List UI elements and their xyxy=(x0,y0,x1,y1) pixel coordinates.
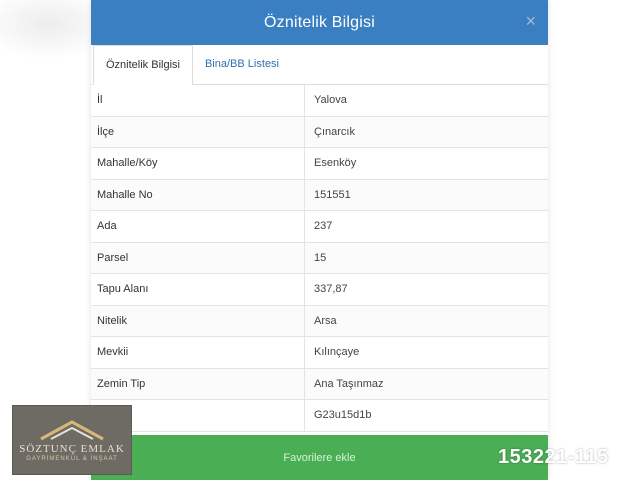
row-value: Ana Taşınmaz xyxy=(314,377,384,390)
table-row: Mevkii Kılınçaye xyxy=(91,337,548,369)
row-value: 15 xyxy=(314,251,327,264)
roof-icon xyxy=(40,419,104,440)
table-row: Zemin Tip Ana Taşınmaz xyxy=(91,368,548,400)
table-row: Nitelik Arsa xyxy=(91,305,548,337)
add-to-favorites-label: Favorilere ekle xyxy=(283,451,356,464)
row-key: Tapu Alanı xyxy=(91,274,305,305)
row-value: Kılınçaye xyxy=(314,346,360,358)
logo-name: SÖZTUNÇ EMLAK xyxy=(19,442,125,455)
row-key: İlçe xyxy=(91,116,305,147)
attribute-info-dialog: Öznitelik Bilgisi × Öznitelik Bilgisi Bi… xyxy=(91,0,548,480)
row-key: Ada xyxy=(91,211,305,242)
table-row: Ada 237 xyxy=(91,211,548,243)
add-to-favorites-button[interactable]: Favorilere ekle xyxy=(91,435,548,480)
row-value: Yalova xyxy=(314,94,347,106)
close-icon[interactable]: × xyxy=(525,12,536,30)
table-row: Tapu Alanı 337,87 xyxy=(91,274,548,306)
screenshot-stage: Öznitelik Bilgisi × Öznitelik Bilgisi Bi… xyxy=(0,0,640,480)
row-value: 151551 xyxy=(314,188,351,201)
table-row: İl Yalova xyxy=(91,85,548,117)
table-row: Parsel 15 xyxy=(91,242,548,274)
tab-bar: Öznitelik Bilgisi Bina/BB Listesi xyxy=(91,45,548,85)
row-value: Çınarcık xyxy=(314,125,355,138)
row-key: Mevkii xyxy=(91,337,305,368)
dialog-title: Öznitelik Bilgisi xyxy=(264,13,375,31)
row-value: Arsa xyxy=(314,314,337,327)
agency-logo: SÖZTUNÇ EMLAK GAYRİMENKUL & İNŞAAT xyxy=(12,405,132,475)
row-key: Nitelik xyxy=(91,305,305,336)
row-key: Zemin Tip xyxy=(91,368,305,399)
tab-attribute-info[interactable]: Öznitelik Bilgisi xyxy=(93,45,193,85)
row-value: Esenköy xyxy=(314,157,357,169)
table-row: G23u15d1b xyxy=(91,400,548,432)
row-key: İl xyxy=(91,85,305,116)
row-value: 337,87 xyxy=(314,283,348,295)
row-value: 237 xyxy=(314,220,333,232)
table-row: İlçe Çınarcık xyxy=(91,116,548,148)
row-key: Parsel xyxy=(91,242,305,273)
row-key: Mahalle/Köy xyxy=(91,148,305,179)
tab-building-list[interactable]: Bina/BB Listesi xyxy=(193,45,291,84)
dialog-header: Öznitelik Bilgisi × xyxy=(91,0,548,45)
listing-id-watermark: 153221-115 xyxy=(498,446,609,468)
table-row: Mahalle No 151551 xyxy=(91,179,548,211)
logo-subtitle: GAYRİMENKUL & İNŞAAT xyxy=(26,455,118,462)
row-value: G23u15d1b xyxy=(314,409,372,421)
table-row: Mahalle/Köy Esenköy xyxy=(91,148,548,180)
row-key: Mahalle No xyxy=(91,179,305,210)
attribute-table: İl Yalova İlçe Çınarcık Mahalle/Köy Esen… xyxy=(91,85,548,435)
